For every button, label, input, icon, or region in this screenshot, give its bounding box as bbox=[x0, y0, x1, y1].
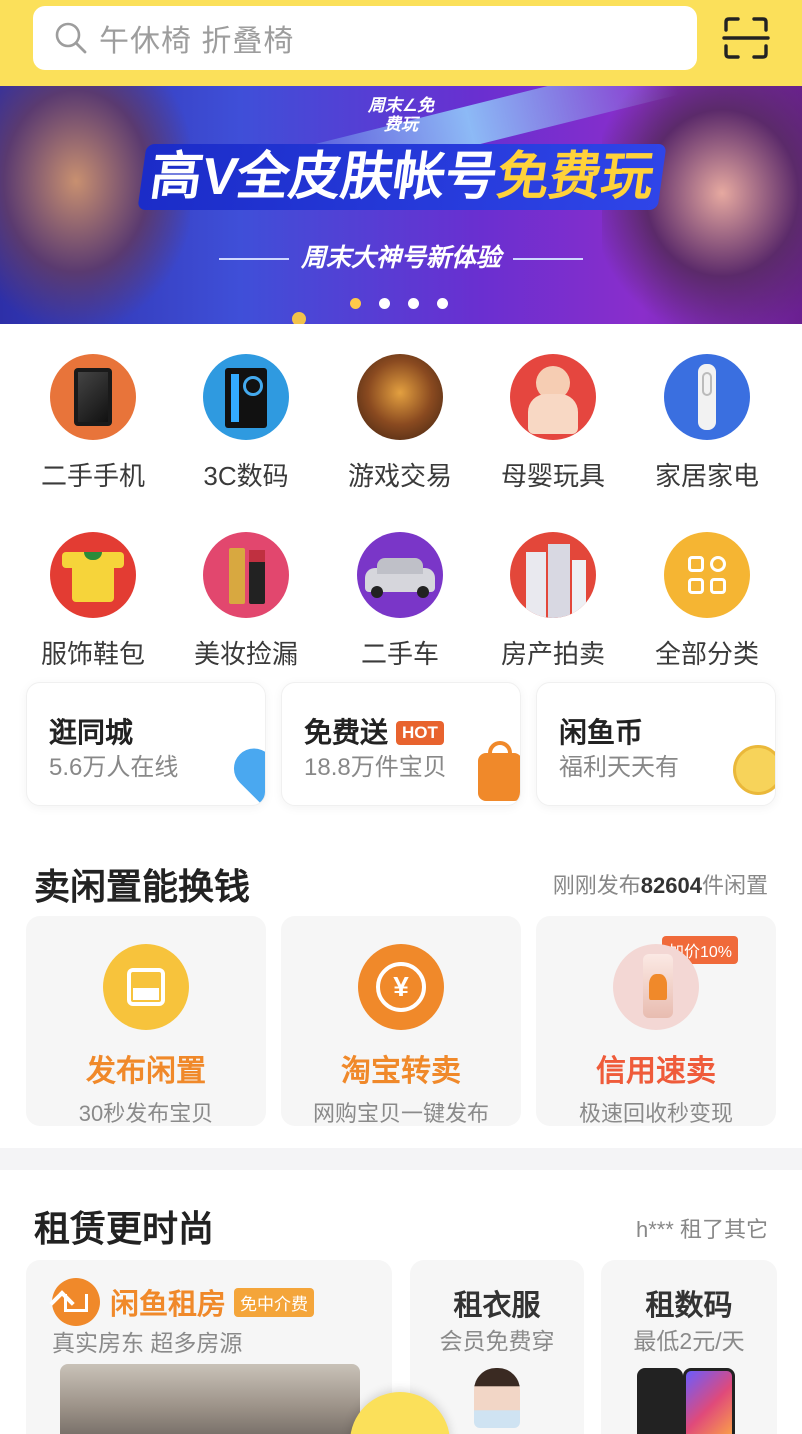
banner-dot[interactable] bbox=[408, 298, 419, 309]
search-bar[interactable]: 午休椅 折叠椅 bbox=[33, 6, 697, 70]
rent-card-title: 租数码 bbox=[645, 1290, 733, 1322]
car-icon bbox=[357, 532, 443, 618]
quick-card-subtitle: 福利天天有 bbox=[559, 754, 679, 781]
quick-card-title-text: 免费送 bbox=[304, 717, 389, 748]
quick-card-coins[interactable]: 闲鱼币 福利天天有 bbox=[536, 682, 776, 806]
rent-house-badge: 免中介费 bbox=[234, 1287, 315, 1317]
sell-card-title: 信用速卖 bbox=[596, 1055, 716, 1088]
category-label: 游戏交易 bbox=[347, 461, 452, 491]
sell-card-desc: 网购宝贝一键发布 bbox=[312, 1101, 489, 1126]
sell-section-meta: 刚刚发布82604件闲置 bbox=[553, 868, 768, 900]
category-item-clothing[interactable]: 服饰鞋包 bbox=[28, 532, 158, 671]
phone-icon bbox=[50, 354, 136, 440]
sell-card-resell[interactable]: ¥ 淘宝转卖 网购宝贝一键发布 bbox=[281, 916, 521, 1126]
quick-card-subtitle: 5.6万人在线 bbox=[49, 754, 179, 781]
cosmetics-icon bbox=[203, 532, 289, 618]
shirt-icon bbox=[50, 532, 136, 618]
rent-section-meta: h*** 租了其它 bbox=[635, 1217, 768, 1242]
rent-card-title: 租衣服 bbox=[453, 1290, 541, 1322]
rent-card-house[interactable]: 闲鱼租房 免中介费 真实房东 超多房源 bbox=[26, 1260, 392, 1434]
banner-headline-main: 高V全皮肤帐号 bbox=[146, 148, 502, 206]
rent-card-subtitle: 最低2元/天 bbox=[633, 1328, 745, 1354]
category-item-cosmetics[interactable]: 美妆捡漏 bbox=[181, 532, 311, 671]
appliance-icon bbox=[664, 354, 750, 440]
quick-entries: 逛同城 5.6万人在线 免费送 HOT 18.8万件宝贝 闲鱼币 福利天天有 bbox=[0, 682, 802, 828]
rent-card-subtitle: 会员免费穿 bbox=[439, 1328, 555, 1354]
phone-product-icon bbox=[613, 944, 699, 1030]
house-icon bbox=[49, 1278, 100, 1326]
grid-icon bbox=[664, 532, 750, 618]
banner-badge: 周末∠免费玩 bbox=[367, 96, 435, 134]
house-photo bbox=[60, 1364, 360, 1434]
category-item-all[interactable]: 全部分类 bbox=[642, 532, 772, 671]
banner-dot[interactable] bbox=[437, 298, 448, 309]
category-label: 二手车 bbox=[360, 639, 439, 669]
category-label: 母婴玩具 bbox=[500, 461, 605, 491]
banner-dot[interactable] bbox=[350, 298, 361, 309]
sell-card-credit[interactable]: 加价10% 信用速卖 极速回收秒变现 bbox=[536, 916, 776, 1126]
rent-house-header: 闲鱼租房 免中介费 bbox=[49, 1278, 315, 1326]
phone-photo bbox=[637, 1368, 683, 1434]
top-bar: 午休椅 折叠椅 bbox=[0, 0, 802, 86]
sell-card-publish[interactable]: 发布闲置 30秒发布宝贝 bbox=[26, 916, 266, 1126]
quick-card-subtitle: 18.8万件宝贝 bbox=[304, 754, 447, 781]
banner-pagination bbox=[350, 298, 448, 309]
banner-headline-emphasis: 免费玩 bbox=[493, 148, 658, 206]
model-photo bbox=[474, 1368, 520, 1428]
baby-icon bbox=[510, 354, 596, 440]
category-item-appliances[interactable]: 家居家电 bbox=[642, 354, 772, 493]
category-item-phones[interactable]: 二手手机 bbox=[28, 354, 158, 493]
category-item-cars[interactable]: 二手车 bbox=[335, 532, 465, 671]
category-item-games[interactable]: 游戏交易 bbox=[335, 354, 465, 493]
quick-card-title: 闲鱼币 bbox=[559, 717, 644, 748]
location-pin-icon bbox=[225, 740, 265, 805]
banner-subtitle: 周末大神号新体验 bbox=[0, 238, 802, 274]
banner-dot[interactable] bbox=[379, 298, 390, 309]
resell-yuan-icon: ¥ bbox=[358, 944, 444, 1030]
sell-meta-prefix: 刚刚发布 bbox=[552, 873, 641, 898]
category-grid: 二手手机 3C数码 游戏交易 母婴玩具 家居家电 服饰鞋包 美妆捡漏 二手车 房… bbox=[0, 324, 802, 682]
quick-card-title: 免费送 HOT bbox=[304, 711, 444, 751]
promo-banner[interactable]: 周末∠免费玩 高V全皮肤帐号免费玩 周末大神号新体验 bbox=[0, 86, 802, 324]
category-label: 美妆捡漏 bbox=[193, 639, 298, 669]
hot-badge: HOT bbox=[396, 721, 444, 745]
rent-card-digital[interactable]: 租数码 最低2元/天 bbox=[601, 1260, 777, 1434]
fish-coin-icon bbox=[733, 745, 775, 795]
search-placeholder: 午休椅 折叠椅 bbox=[99, 25, 295, 58]
publish-icon bbox=[103, 944, 189, 1030]
pc-case-icon bbox=[203, 354, 289, 440]
sell-section-title: 卖闲置能换钱 bbox=[34, 866, 251, 907]
category-label: 房产拍卖 bbox=[500, 639, 605, 669]
sell-section: 卖闲置能换钱 刚刚发布82604件闲置 发布闲置 30秒发布宝贝 ¥ 淘宝转卖 … bbox=[0, 828, 802, 1148]
quick-card-local[interactable]: 逛同城 5.6万人在线 bbox=[26, 682, 266, 806]
category-label: 3C数码 bbox=[203, 461, 289, 491]
game-icon bbox=[357, 354, 443, 440]
search-icon bbox=[53, 20, 89, 56]
category-label: 家居家电 bbox=[654, 461, 759, 491]
banner-decor-coin bbox=[292, 312, 306, 324]
sell-card-desc: 极速回收秒变现 bbox=[578, 1101, 733, 1126]
category-label: 全部分类 bbox=[654, 639, 759, 669]
quick-card-title: 逛同城 bbox=[49, 717, 134, 748]
gift-bag-handle bbox=[488, 741, 512, 761]
category-label: 服饰鞋包 bbox=[40, 639, 145, 669]
scan-icon[interactable] bbox=[722, 16, 770, 60]
category-item-real-estate[interactable]: 房产拍卖 bbox=[488, 532, 618, 671]
sell-card-title: 发布闲置 bbox=[86, 1055, 206, 1088]
rent-house-subtitle: 真实房东 超多房源 bbox=[52, 1330, 243, 1356]
phone-photo-front bbox=[683, 1368, 735, 1434]
sell-meta-suffix: 件闲置 bbox=[701, 873, 768, 898]
sell-card-title: 淘宝转卖 bbox=[341, 1055, 461, 1088]
category-label: 二手手机 bbox=[40, 461, 145, 491]
rent-section-title: 租赁更时尚 bbox=[34, 1208, 215, 1249]
sell-card-desc: 30秒发布宝贝 bbox=[78, 1101, 214, 1126]
category-item-3c[interactable]: 3C数码 bbox=[181, 354, 311, 493]
banner-headline: 高V全皮肤帐号免费玩 bbox=[137, 144, 667, 210]
quick-card-free[interactable]: 免费送 HOT 18.8万件宝贝 bbox=[281, 682, 521, 806]
category-item-baby[interactable]: 母婴玩具 bbox=[488, 354, 618, 493]
building-icon bbox=[510, 532, 596, 618]
rent-house-title: 闲鱼租房 bbox=[110, 1289, 227, 1321]
sell-meta-count: 82604 bbox=[640, 873, 702, 898]
